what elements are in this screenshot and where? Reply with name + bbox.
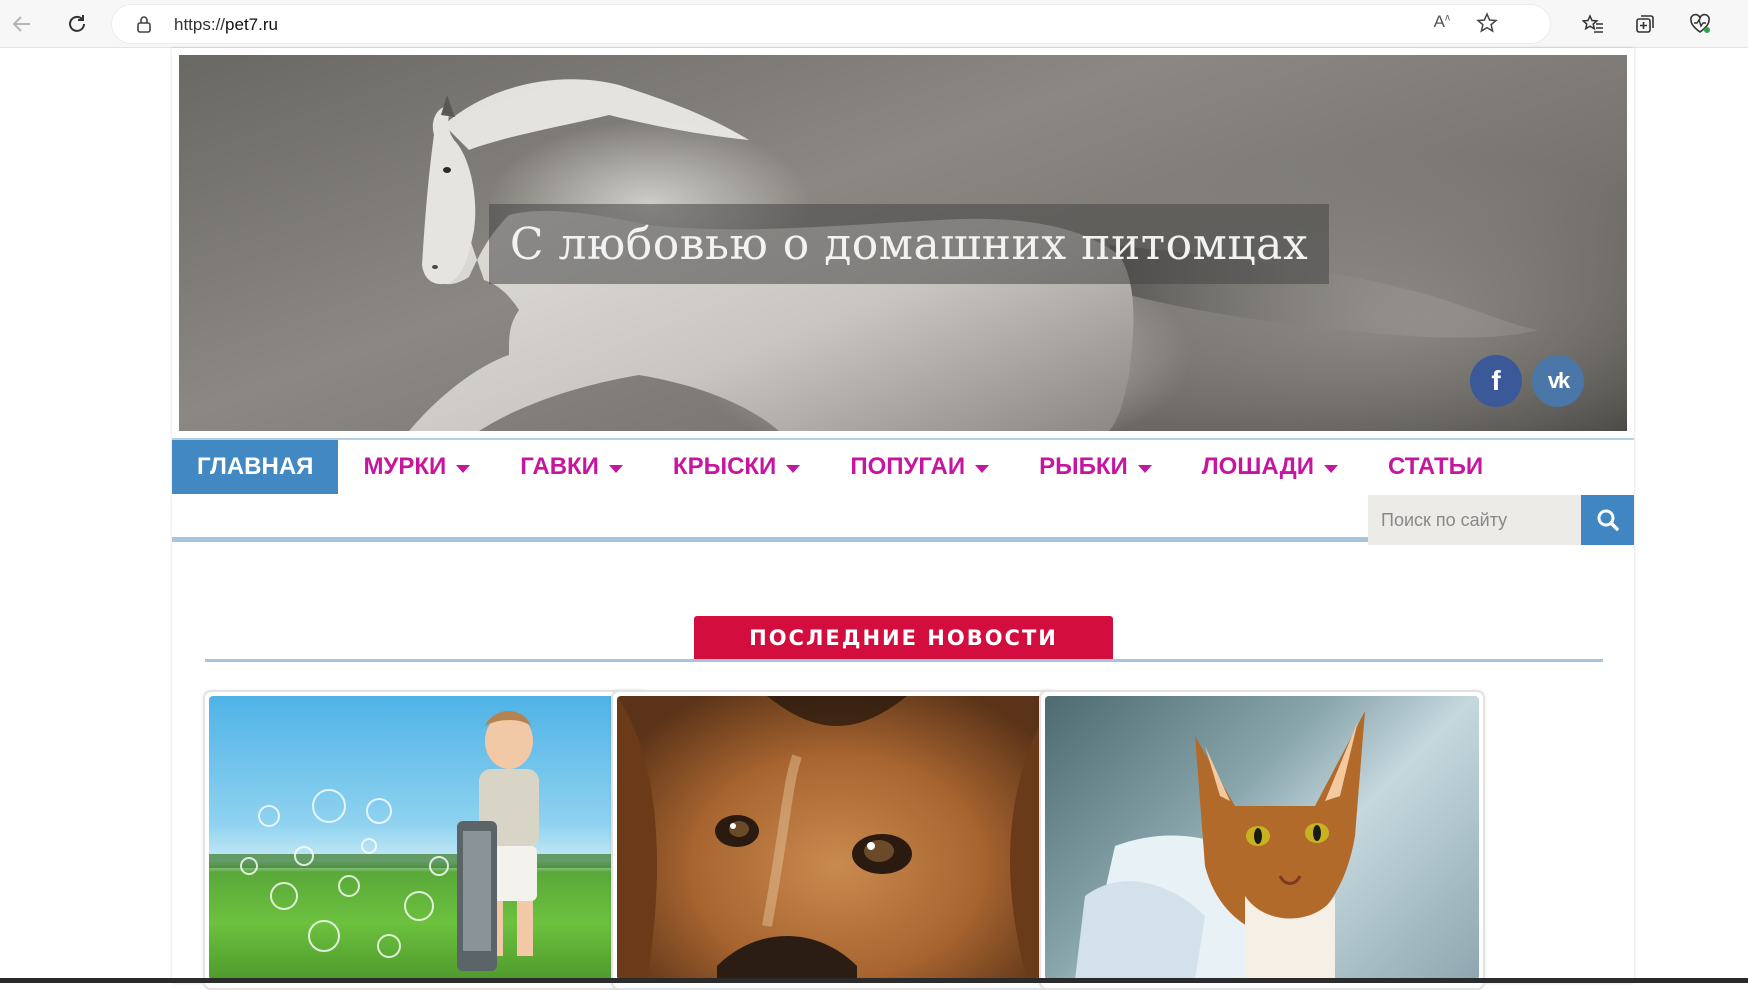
menu-list: ГЛАВНАЯ МУРКИ ГАВКИ КРЫСКИ ПОПУГАИ РЫБКИ… [172, 440, 1508, 494]
site-title-box: С любовью о домашних питомцах [489, 204, 1329, 284]
search-button[interactable] [1581, 495, 1634, 545]
menu-item-home[interactable]: ГЛАВНАЯ [172, 440, 339, 494]
read-aloud-icon[interactable]: Aʌ [1434, 12, 1450, 32]
menu-label: ПОПУГАИ [850, 453, 966, 480]
vk-icon[interactable]: vk [1532, 355, 1584, 407]
menu-label: КРЫСКИ [672, 453, 777, 480]
menu-label: ГАВКИ [520, 453, 599, 480]
menu-label: ГЛАВНАЯ [197, 453, 314, 480]
site-title: С любовью о домашних питомцах [509, 218, 1309, 270]
url-host: pet7.ru [225, 15, 278, 34]
menu-item-rats[interactable]: КРЫСКИ [648, 440, 825, 494]
menu-item-parrots[interactable]: ПОПУГАИ [825, 440, 1014, 494]
caret-down-icon [1323, 464, 1338, 473]
news-card[interactable] [1039, 690, 1485, 990]
bottom-edge [0, 978, 1748, 983]
menu-item-horses[interactable]: ЛОШАДИ [1177, 440, 1363, 494]
news-divider [205, 659, 1603, 662]
browser-toolbar: https://pet7.ru Aʌ [0, 0, 1748, 48]
caret-down-icon [456, 464, 471, 473]
menu-label: МУРКИ [363, 453, 447, 480]
browser-essentials-icon[interactable] [1685, 9, 1715, 39]
search-icon [1597, 509, 1619, 531]
menu-item-cats[interactable]: МУРКИ [338, 440, 495, 494]
facebook-icon[interactable]: f [1470, 355, 1522, 407]
caret-down-icon [975, 464, 990, 473]
menu-label: СТАТЬИ [1387, 453, 1484, 480]
header-banner: С любовью о домашних питомцах f vk [179, 55, 1627, 431]
url-text: https://pet7.ru [174, 15, 278, 35]
news-card-image-dog[interactable] [617, 696, 1051, 980]
menu-item-fish[interactable]: РЫБКИ [1014, 440, 1177, 494]
news-card-image-child[interactable] [209, 696, 643, 980]
news-card-image-cat[interactable] [1045, 696, 1479, 980]
latest-news-heading: ПОСЛЕДНИЕ НОВОСТИ [694, 616, 1113, 659]
page-container: С любовью о домашних питомцах f vk ГЛАВН… [172, 48, 1634, 990]
vk-label: vk [1547, 368, 1571, 393]
back-arrow-icon[interactable] [6, 8, 38, 40]
caret-down-icon [608, 464, 623, 473]
caret-down-icon [1137, 464, 1152, 473]
news-card[interactable] [611, 690, 1057, 990]
collections-icon[interactable] [1630, 9, 1660, 39]
favorites-list-icon[interactable] [1578, 9, 1608, 39]
address-bar[interactable]: https://pet7.ru Aʌ [112, 5, 1550, 43]
favorite-star-icon[interactable] [1476, 12, 1498, 39]
menu-label: РЫБКИ [1039, 453, 1128, 480]
main-navigation: ГЛАВНАЯ МУРКИ ГАВКИ КРЫСКИ ПОПУГАИ РЫБКИ… [172, 438, 1634, 545]
search-input[interactable] [1368, 495, 1581, 545]
menu-item-dogs[interactable]: ГАВКИ [495, 440, 648, 494]
lock-icon[interactable] [136, 15, 152, 38]
menu-label: ЛОШАДИ [1201, 453, 1314, 480]
menu-item-articles[interactable]: СТАТЬИ [1363, 440, 1508, 494]
latest-news-heading-text: ПОСЛЕДНИЕ НОВОСТИ [749, 625, 1058, 650]
caret-down-icon [786, 464, 801, 473]
facebook-label: f [1491, 365, 1501, 396]
url-scheme: https:// [174, 15, 226, 34]
site-search [1368, 495, 1634, 545]
news-card[interactable] [203, 690, 649, 990]
reload-icon[interactable] [61, 8, 93, 40]
